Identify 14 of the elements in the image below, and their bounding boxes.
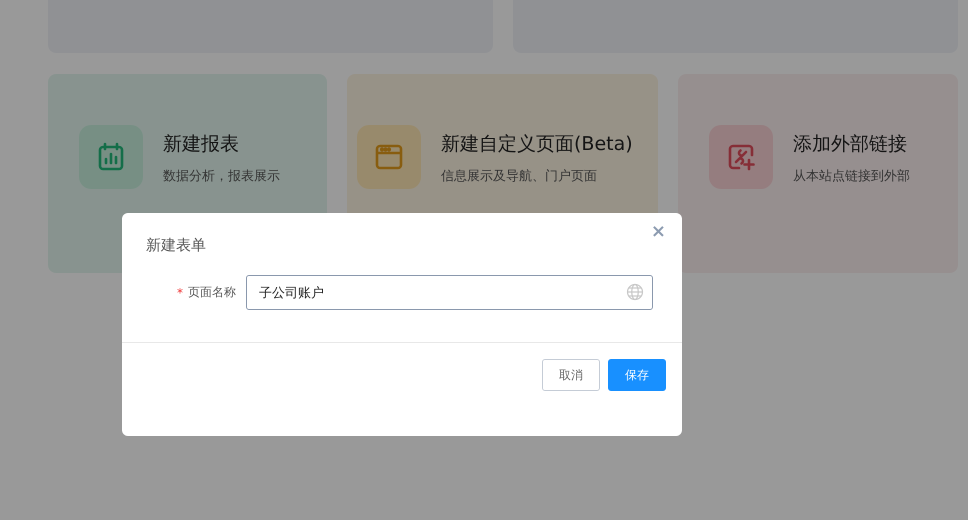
field-label: 页面名称 [188, 284, 236, 301]
save-button[interactable]: 保存 [608, 359, 666, 391]
card-subtitle: 从本站点链接到外部 [793, 168, 910, 184]
globe-icon[interactable] [626, 283, 644, 301]
dialog-title: 新建表单 [146, 236, 206, 255]
required-mark: * [177, 286, 183, 300]
card-title: 添加外部链接 [793, 132, 908, 156]
input-field[interactable]: 子公司账户 [246, 275, 653, 310]
card-title: 新建自定义页面(Beta) [441, 132, 633, 156]
feature-card[interactable]: 添加外部链接 从本站点链接到外部 [678, 74, 958, 273]
card-subtitle: 信息展示及导航、门户页面 [441, 168, 598, 184]
card-subtitle: 数据分析，报表展示 [163, 168, 280, 184]
cancel-button[interactable]: 取消 [542, 359, 600, 391]
card-title: 新建报表 [163, 132, 240, 156]
